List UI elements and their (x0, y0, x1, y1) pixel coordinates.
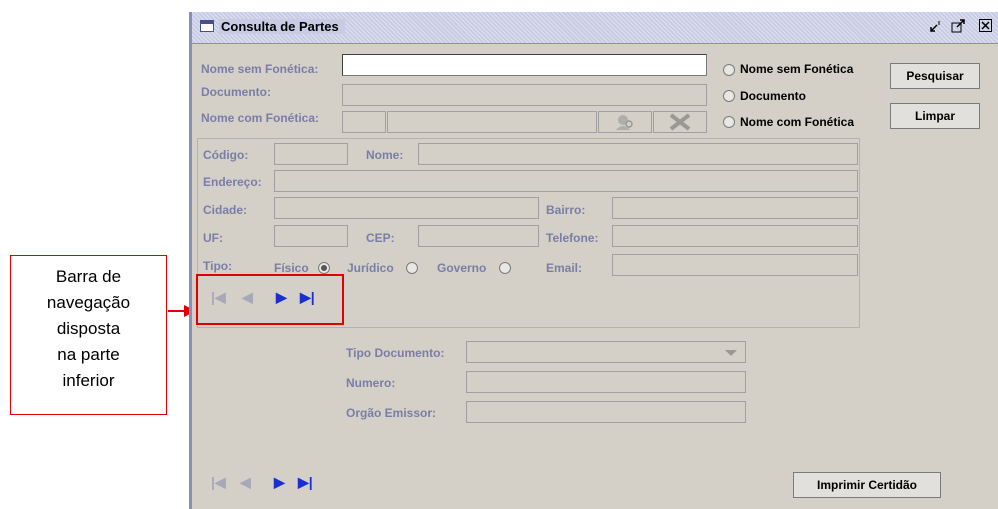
radio-nome-sem-fonetica[interactable] (723, 64, 735, 76)
cidade-input[interactable] (274, 197, 539, 219)
callout-line: disposta (56, 319, 121, 338)
tipo-governo-label: Governo (437, 261, 487, 275)
orgao-emissor-label: Orgão Emissor: (346, 406, 437, 420)
title-bar[interactable]: Consulta de Partes (192, 12, 998, 44)
telefone-label: Telefone: (546, 231, 599, 245)
bairro-input[interactable] (612, 197, 858, 219)
pesquisar-button[interactable]: Pesquisar (890, 63, 980, 89)
uf-label: UF: (203, 231, 223, 245)
nome-com-fonetica-label: Nome com Fonética: (201, 111, 320, 125)
minimize-icon[interactable] (928, 18, 944, 34)
tipo-juridico-radio[interactable] (406, 262, 418, 274)
imprimir-certidao-button[interactable]: Imprimir Certidão (793, 472, 941, 498)
cidade-label: Cidade: (203, 203, 248, 217)
nome-com-fonetica-input[interactable] (387, 111, 597, 133)
endereco-input[interactable] (274, 170, 858, 192)
tipo-documento-label: Tipo Documento: (346, 346, 445, 360)
radio-label-documento: Documento (740, 89, 806, 103)
numero-label: Numero: (346, 376, 396, 390)
callout-text: Barra de navegação disposta na parte inf… (11, 264, 166, 394)
email-label: Email: (546, 261, 583, 275)
tipo-governo-radio[interactable] (499, 262, 511, 274)
nome-input[interactable] (418, 143, 858, 165)
radio-label-nome-sem-fonetica: Nome sem Fonética (740, 62, 854, 76)
bairro-label: Bairro: (546, 203, 586, 217)
uf-input[interactable] (274, 225, 348, 247)
codigo-input[interactable] (274, 143, 348, 165)
maximize-icon[interactable] (950, 18, 966, 34)
orgao-emissor-input[interactable] (466, 401, 746, 423)
radio-documento[interactable] (723, 90, 735, 102)
window-icon (200, 20, 214, 32)
x-icon (669, 113, 691, 131)
limpar-button[interactable]: Limpar (890, 103, 980, 129)
tipo-documento-select[interactable] (466, 341, 746, 363)
search-person-button[interactable] (598, 111, 652, 133)
cep-input[interactable] (418, 225, 539, 247)
documento-label: Documento: (201, 85, 271, 99)
bottom-nav-first-button[interactable]: |◀ (211, 474, 226, 491)
bottom-nav-next-button[interactable]: ▶ (274, 474, 285, 491)
window: Consulta de Partes Nome sem Fonética: Do… (189, 12, 998, 509)
nome-sem-fonetica-label: Nome sem Fonética: (201, 62, 319, 76)
window-title: Consulta de Partes (219, 19, 345, 34)
bottom-nav-prev-button[interactable]: ◀ (240, 474, 251, 491)
cep-label: CEP: (366, 231, 395, 245)
annotation-callout: Barra de navegação disposta na parte inf… (10, 255, 167, 415)
tipo-label: Tipo: (203, 259, 233, 273)
codigo-label: Código: (203, 148, 249, 162)
documento-input[interactable] (342, 84, 707, 106)
callout-line: Barra de (55, 267, 122, 286)
callout-line: navegação (46, 293, 131, 312)
nome-label: Nome: (366, 148, 404, 162)
telefone-input[interactable] (612, 225, 858, 247)
callout-line: na parte (57, 345, 120, 364)
close-icon[interactable] (978, 18, 994, 34)
tipo-juridico-label: Jurídico (347, 261, 394, 275)
numero-input[interactable] (466, 371, 746, 393)
radio-label-nome-com-fonetica: Nome com Fonética (740, 115, 855, 129)
nome-sem-fonetica-input[interactable] (342, 54, 707, 76)
callout-line: inferior (62, 371, 115, 390)
tipo-fisico-label: Físico (274, 261, 309, 275)
navigation-highlight-box (196, 274, 344, 325)
nome-com-fonetica-code-input[interactable] (342, 111, 386, 133)
radio-nome-com-fonetica[interactable] (723, 116, 735, 128)
bottom-nav-last-button[interactable]: ▶| (298, 474, 313, 491)
chevron-down-icon (725, 350, 737, 356)
clear-search-button[interactable] (653, 111, 707, 133)
email-input[interactable] (612, 254, 858, 276)
person-search-icon (616, 115, 633, 130)
endereco-label: Endereço: (203, 175, 262, 189)
tipo-fisico-radio[interactable] (318, 262, 330, 274)
